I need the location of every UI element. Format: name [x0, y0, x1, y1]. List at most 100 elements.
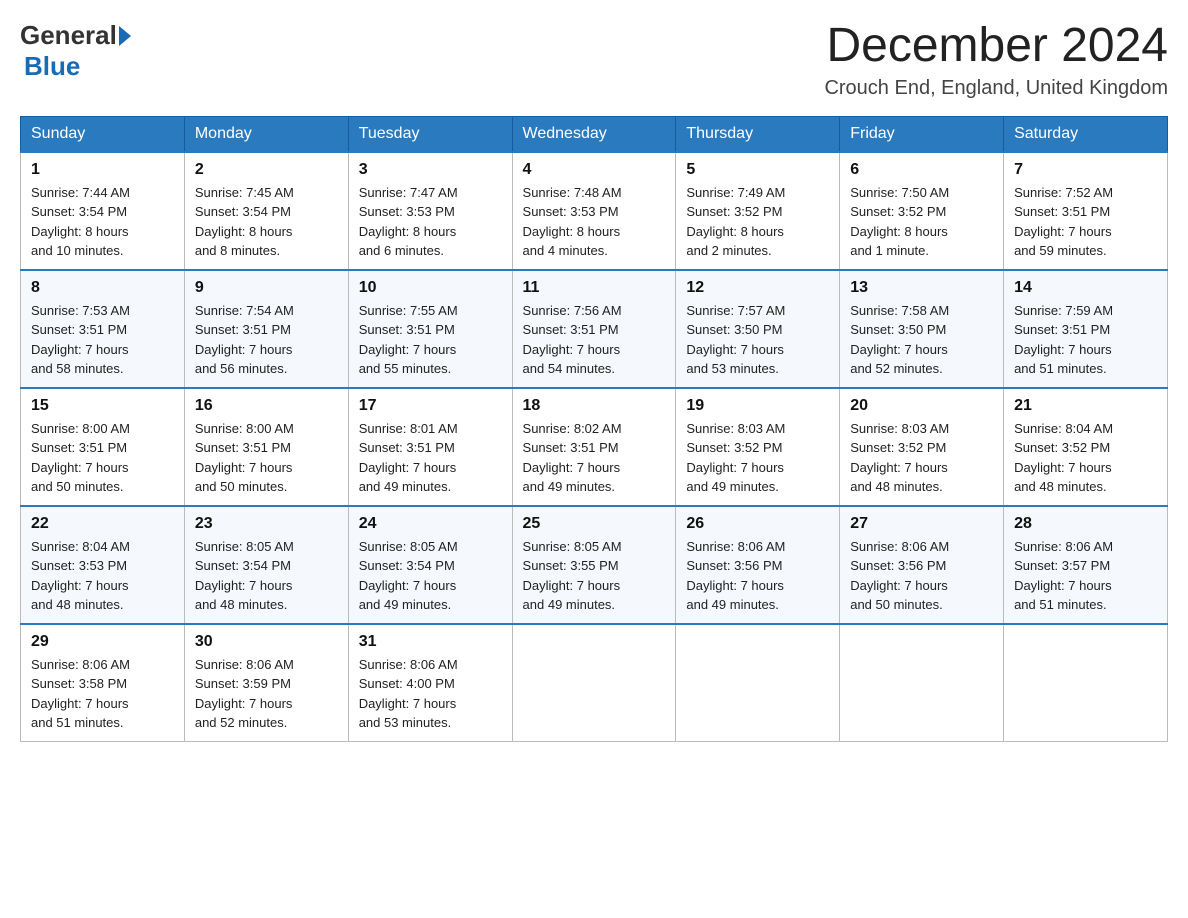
day-cell: 28 Sunrise: 8:06 AMSunset: 3:57 PMDayligh… — [1004, 506, 1168, 624]
day-info: Sunrise: 7:54 AMSunset: 3:51 PMDaylight:… — [195, 301, 338, 379]
day-info: Sunrise: 7:45 AMSunset: 3:54 PMDaylight:… — [195, 183, 338, 261]
day-info: Sunrise: 8:00 AMSunset: 3:51 PMDaylight:… — [195, 419, 338, 497]
day-number: 16 — [195, 397, 338, 415]
day-cell: 25Sunrise: 8:05 AMSunset: 3:55 PMDayligh… — [512, 506, 676, 624]
day-number: 14 — [1014, 279, 1157, 297]
day-cell: 31 Sunrise: 8:06 AMSunset: 4:00 PMDayligh… — [348, 624, 512, 742]
day-cell: 15 Sunrise: 8:00 AMSunset: 3:51 PMDayligh… — [21, 388, 185, 506]
day-cell: 17Sunrise: 8:01 AMSunset: 3:51 PMDayligh… — [348, 388, 512, 506]
week-row-4: 22Sunrise: 8:04 AMSunset: 3:53 PMDayligh… — [21, 506, 1168, 624]
day-cell: 19 Sunrise: 8:03 AMSunset: 3:52 PMDayligh… — [676, 388, 840, 506]
day-number: 12 — [686, 279, 829, 297]
day-cell: 10 Sunrise: 7:55 AMSunset: 3:51 PMDayligh… — [348, 270, 512, 388]
logo-text-general: General — [20, 20, 117, 51]
column-header-thursday: Thursday — [676, 116, 840, 152]
column-header-tuesday: Tuesday — [348, 116, 512, 152]
calendar-title: December 2024 — [824, 20, 1168, 73]
day-info: Sunrise: 8:06 AMSunset: 4:00 PMDaylight:… — [359, 655, 502, 733]
day-info: Sunrise: 7:56 AMSunset: 3:51 PMDaylight:… — [523, 301, 666, 379]
day-info: Sunrise: 8:06 AMSunset: 3:56 PMDaylight:… — [686, 537, 829, 615]
day-info: Sunrise: 8:03 AMSunset: 3:52 PMDaylight:… — [686, 419, 829, 497]
day-info: Sunrise: 8:05 AMSunset: 3:54 PMDaylight:… — [195, 537, 338, 615]
day-info: Sunrise: 7:50 AMSunset: 3:52 PMDaylight:… — [850, 183, 993, 261]
day-cell: 2Sunrise: 7:45 AMSunset: 3:54 PMDaylight… — [184, 152, 348, 270]
week-row-2: 8 Sunrise: 7:53 AMSunset: 3:51 PMDaylight… — [21, 270, 1168, 388]
day-cell — [512, 624, 676, 742]
day-cell: 27 Sunrise: 8:06 AMSunset: 3:56 PMDayligh… — [840, 506, 1004, 624]
day-number: 8 — [31, 279, 174, 297]
day-number: 21 — [1014, 397, 1157, 415]
calendar-subtitle: Crouch End, England, United Kingdom — [824, 77, 1168, 100]
day-info: Sunrise: 7:47 AMSunset: 3:53 PMDaylight:… — [359, 183, 502, 261]
day-number: 15 — [31, 397, 174, 415]
day-cell — [1004, 624, 1168, 742]
day-number: 22 — [31, 515, 174, 533]
column-header-monday: Monday — [184, 116, 348, 152]
day-number: 13 — [850, 279, 993, 297]
day-cell: 30Sunrise: 8:06 AMSunset: 3:59 PMDayligh… — [184, 624, 348, 742]
day-cell: 11 Sunrise: 7:56 AMSunset: 3:51 PMDayligh… — [512, 270, 676, 388]
logo: General Blue — [20, 20, 133, 82]
day-info: Sunrise: 8:06 AMSunset: 3:57 PMDaylight:… — [1014, 537, 1157, 615]
day-info: Sunrise: 7:44 AMSunset: 3:54 PMDaylight:… — [31, 183, 174, 261]
day-info: Sunrise: 7:57 AMSunset: 3:50 PMDaylight:… — [686, 301, 829, 379]
day-number: 28 — [1014, 515, 1157, 533]
logo-text-blue: Blue — [24, 51, 80, 82]
day-number: 31 — [359, 633, 502, 651]
calendar-header-row: SundayMondayTuesdayWednesdayThursdayFrid… — [21, 116, 1168, 152]
day-number: 3 — [359, 161, 502, 179]
day-number: 27 — [850, 515, 993, 533]
day-number: 20 — [850, 397, 993, 415]
day-cell: 8 Sunrise: 7:53 AMSunset: 3:51 PMDaylight… — [21, 270, 185, 388]
day-info: Sunrise: 8:00 AMSunset: 3:51 PMDaylight:… — [31, 419, 174, 497]
day-cell: 14Sunrise: 7:59 AMSunset: 3:51 PMDayligh… — [1004, 270, 1168, 388]
day-info: Sunrise: 8:02 AMSunset: 3:51 PMDaylight:… — [523, 419, 666, 497]
day-info: Sunrise: 8:06 AMSunset: 3:59 PMDaylight:… — [195, 655, 338, 733]
day-number: 10 — [359, 279, 502, 297]
day-cell: 21 Sunrise: 8:04 AMSunset: 3:52 PMDayligh… — [1004, 388, 1168, 506]
column-header-wednesday: Wednesday — [512, 116, 676, 152]
day-info: Sunrise: 8:06 AMSunset: 3:56 PMDaylight:… — [850, 537, 993, 615]
day-info: Sunrise: 8:05 AMSunset: 3:54 PMDaylight:… — [359, 537, 502, 615]
day-info: Sunrise: 7:55 AMSunset: 3:51 PMDaylight:… — [359, 301, 502, 379]
day-cell: 1Sunrise: 7:44 AMSunset: 3:54 PMDaylight… — [21, 152, 185, 270]
day-number: 26 — [686, 515, 829, 533]
day-number: 9 — [195, 279, 338, 297]
day-cell: 26 Sunrise: 8:06 AMSunset: 3:56 PMDayligh… — [676, 506, 840, 624]
logo-arrow-icon — [119, 26, 131, 46]
day-info: Sunrise: 7:48 AMSunset: 3:53 PMDaylight:… — [523, 183, 666, 261]
day-cell: 5Sunrise: 7:49 AMSunset: 3:52 PMDaylight… — [676, 152, 840, 270]
day-cell: 23 Sunrise: 8:05 AMSunset: 3:54 PMDayligh… — [184, 506, 348, 624]
column-header-sunday: Sunday — [21, 116, 185, 152]
day-cell: 13 Sunrise: 7:58 AMSunset: 3:50 PMDayligh… — [840, 270, 1004, 388]
page-header: General Blue December 2024 Crouch End, E… — [20, 20, 1168, 100]
day-number: 17 — [359, 397, 502, 415]
day-cell: 29Sunrise: 8:06 AMSunset: 3:58 PMDayligh… — [21, 624, 185, 742]
day-number: 7 — [1014, 161, 1157, 179]
day-cell: 20 Sunrise: 8:03 AMSunset: 3:52 PMDayligh… — [840, 388, 1004, 506]
calendar-table: SundayMondayTuesdayWednesdayThursdayFrid… — [20, 116, 1168, 742]
week-row-5: 29Sunrise: 8:06 AMSunset: 3:58 PMDayligh… — [21, 624, 1168, 742]
day-cell: 7Sunrise: 7:52 AMSunset: 3:51 PMDaylight… — [1004, 152, 1168, 270]
column-header-saturday: Saturday — [1004, 116, 1168, 152]
day-info: Sunrise: 7:53 AMSunset: 3:51 PMDaylight:… — [31, 301, 174, 379]
day-number: 11 — [523, 279, 666, 297]
day-number: 6 — [850, 161, 993, 179]
day-number: 29 — [31, 633, 174, 651]
day-info: Sunrise: 8:03 AMSunset: 3:52 PMDaylight:… — [850, 419, 993, 497]
day-info: Sunrise: 8:04 AMSunset: 3:52 PMDaylight:… — [1014, 419, 1157, 497]
day-cell: 24Sunrise: 8:05 AMSunset: 3:54 PMDayligh… — [348, 506, 512, 624]
day-cell: 12 Sunrise: 7:57 AMSunset: 3:50 PMDayligh… — [676, 270, 840, 388]
day-number: 4 — [523, 161, 666, 179]
day-number: 23 — [195, 515, 338, 533]
day-number: 18 — [523, 397, 666, 415]
day-cell: 9 Sunrise: 7:54 AMSunset: 3:51 PMDaylight… — [184, 270, 348, 388]
week-row-3: 15 Sunrise: 8:00 AMSunset: 3:51 PMDayligh… — [21, 388, 1168, 506]
day-number: 19 — [686, 397, 829, 415]
day-cell: 3 Sunrise: 7:47 AMSunset: 3:53 PMDaylight… — [348, 152, 512, 270]
day-cell — [840, 624, 1004, 742]
day-info: Sunrise: 8:05 AMSunset: 3:55 PMDaylight:… — [523, 537, 666, 615]
day-info: Sunrise: 7:58 AMSunset: 3:50 PMDaylight:… — [850, 301, 993, 379]
day-cell: 18 Sunrise: 8:02 AMSunset: 3:51 PMDayligh… — [512, 388, 676, 506]
day-number: 5 — [686, 161, 829, 179]
